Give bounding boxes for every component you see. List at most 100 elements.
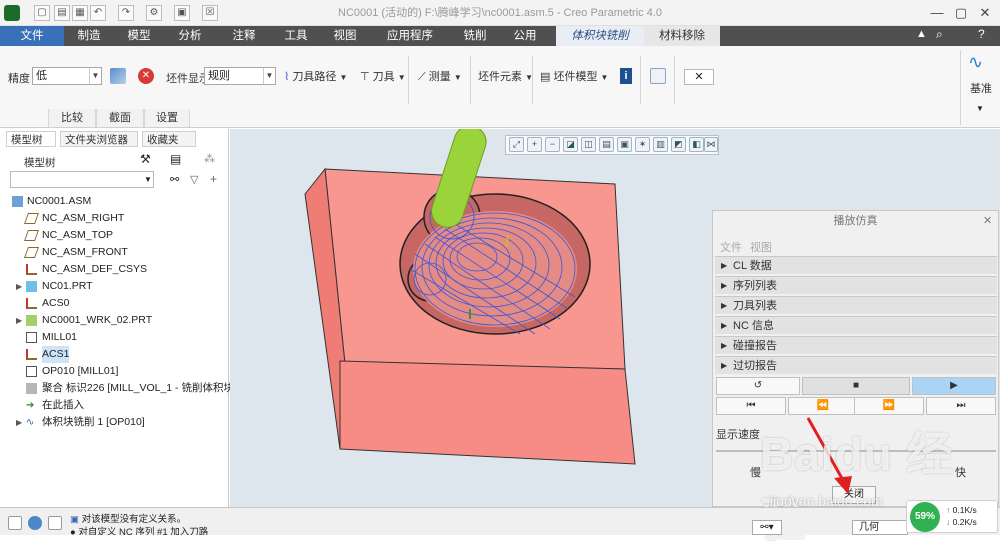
tab-volume-milling[interactable]: 体积块铣削 xyxy=(556,26,644,46)
tree-row[interactable]: ACS1 xyxy=(0,346,228,363)
tree-row[interactable]: ▶ ∿ 体积块铣削 1 [OP010] xyxy=(0,414,228,431)
tree-row[interactable]: OP010 [MILL01] xyxy=(0,363,228,380)
section-gouge-report[interactable]: ▶ 过切报告 xyxy=(715,356,997,374)
go-to-start-button[interactable]: ⏮ xyxy=(716,397,786,415)
tab-manufacturing[interactable]: 制造 xyxy=(64,26,114,46)
chevron-down-icon[interactable]: ▼ xyxy=(144,175,152,184)
group-section[interactable]: 截面 xyxy=(96,109,144,127)
tree-row[interactable]: NC_ASM_FRONT xyxy=(0,244,228,261)
precision-label: 精度 xyxy=(8,73,30,85)
saved-views-icon[interactable]: ▤ xyxy=(599,137,614,152)
tree-row[interactable]: 聚合 标识226 [MILL_VOL_1 - 铣削体积块] xyxy=(0,380,237,397)
annotation-icon[interactable]: ⋈ xyxy=(704,137,718,152)
copy-icon[interactable] xyxy=(650,68,666,84)
filter-icon[interactable]: ▽ xyxy=(190,173,198,186)
expand-icon[interactable]: ▶ xyxy=(16,312,22,329)
tree-search-input[interactable] xyxy=(10,171,154,188)
stock-display-select[interactable]: 规则 ▼ xyxy=(204,67,276,85)
tree-show-icon[interactable]: ▤ xyxy=(170,152,181,166)
datum-wave-icon[interactable]: ∿ xyxy=(968,52,983,73)
tree-row[interactable]: NC_ASM_TOP xyxy=(0,227,228,244)
toolpath-button[interactable]: ⌇ 刀具路径 ▼ xyxy=(284,68,347,84)
tree-settings-icon[interactable]: ⚒ xyxy=(140,152,151,166)
binoculars-icon[interactable]: ⚯ xyxy=(170,173,179,186)
precision-value: 低 xyxy=(36,70,47,82)
rewind-button[interactable]: ↺ xyxy=(716,377,800,395)
close-material-removal-button[interactable]: ✕ xyxy=(684,69,714,85)
section-cl-data[interactable]: ▶ CL 数据 xyxy=(715,256,997,274)
tab-view[interactable]: 视图 xyxy=(320,26,370,46)
find-button[interactable]: ⚯▾ xyxy=(752,520,782,535)
view-orient-icon[interactable]: ◫ xyxy=(581,137,596,152)
tree-row[interactable]: NC_ASM_DEF_CSYS xyxy=(0,261,228,278)
precision-select[interactable]: 低 ▼ xyxy=(32,67,102,85)
tree-row[interactable]: ▶ NC01.PRT xyxy=(0,278,228,295)
zoom-in-icon[interactable]: + xyxy=(527,137,542,152)
section-collision-report[interactable]: ▶ 碰撞报告 xyxy=(715,336,997,354)
tree-row[interactable]: ACS0 xyxy=(0,295,228,312)
tab-common[interactable]: 公用 xyxy=(500,26,550,46)
zoom-out-icon[interactable]: − xyxy=(545,137,560,152)
close-icon[interactable]: ✕ xyxy=(983,214,992,227)
tree-label: ACS1 xyxy=(42,346,70,363)
perspective-icon[interactable]: ◧ xyxy=(689,137,704,152)
tab-folder-browser[interactable]: 文件夹浏览器 xyxy=(60,131,138,147)
search-icon[interactable]: ⌕ xyxy=(936,27,943,42)
info-icon[interactable]: i xyxy=(620,68,632,84)
datum-display-icon[interactable]: ✶ xyxy=(635,137,650,152)
close-button[interactable]: ✕ xyxy=(974,4,996,22)
zoom-fit-icon[interactable]: ⤢ xyxy=(509,137,524,152)
tree-row[interactable]: ▶ NC0001_WRK_02.PRT xyxy=(0,312,228,329)
tree-filter-icon[interactable]: ⁂ xyxy=(204,152,215,165)
tab-analysis[interactable]: 分析 xyxy=(164,26,216,46)
annotation-display-icon[interactable]: ▥ xyxy=(653,137,668,152)
menu-file[interactable]: 文件 xyxy=(720,239,742,255)
minimize-ribbon-icon[interactable]: ▲ xyxy=(916,28,927,40)
go-to-end-button[interactable]: ⏭ xyxy=(926,397,996,415)
tab-tools[interactable]: 工具 xyxy=(272,26,320,46)
tab-model[interactable]: 模型 xyxy=(114,26,164,46)
tab-material-removal[interactable]: 材料移除 xyxy=(644,26,720,46)
add-icon[interactable]: + xyxy=(210,172,217,186)
status-fullscreen-icon[interactable] xyxy=(48,516,62,530)
measure-button[interactable]: ⟋ 测量 ▼ xyxy=(418,68,462,84)
group-compare[interactable]: 比较 xyxy=(48,109,96,127)
tool-button[interactable]: ⊤ 刀具 ▼ xyxy=(360,68,406,84)
step-forward-button[interactable]: ⏩ xyxy=(854,397,924,415)
expand-icon[interactable]: ▶ xyxy=(16,414,22,431)
tab-annotate[interactable]: 注释 xyxy=(216,26,272,46)
tree-label: NC_ASM_FRONT xyxy=(42,246,128,258)
display-style-icon[interactable]: ▣ xyxy=(617,137,632,152)
tab-applications[interactable]: 应用程序 xyxy=(370,26,450,46)
maximize-button[interactable]: ▢ xyxy=(950,4,972,22)
tab-favorites[interactable]: 收藏夹 xyxy=(142,131,196,147)
group-settings[interactable]: 设置 xyxy=(144,109,190,127)
stop-icon[interactable]: ✕ xyxy=(138,68,154,84)
section-sequence-list[interactable]: ▶ 序列列表 xyxy=(715,276,997,294)
csys-icon xyxy=(26,264,37,275)
stock-element-button[interactable]: 坯件元素 ▼ xyxy=(478,68,533,84)
tab-milling[interactable]: 铣削 xyxy=(450,26,500,46)
play-button[interactable]: ▶ xyxy=(912,377,996,395)
stock-model-button[interactable]: ▤ 坯件模型 ▼ xyxy=(540,68,608,84)
spin-center-icon[interactable]: ◩ xyxy=(671,137,686,152)
section-tool-list[interactable]: ▶ 刀具列表 xyxy=(715,296,997,314)
tree-row[interactable]: NC_ASM_RIGHT xyxy=(0,210,228,227)
tab-file[interactable]: 文件 xyxy=(0,26,64,46)
section-nc-info[interactable]: ▶ NC 信息 xyxy=(715,316,997,334)
chevron-down-icon[interactable]: ▼ xyxy=(976,104,984,113)
menu-view[interactable]: 视图 xyxy=(750,239,772,255)
repaint-icon[interactable]: ◪ xyxy=(563,137,578,152)
tab-model-tree[interactable]: 模型树 xyxy=(6,131,56,147)
tree-row[interactable]: ➔ 在此插入 xyxy=(0,397,228,414)
minimize-button[interactable]: — xyxy=(926,4,948,22)
status-browser-icon[interactable] xyxy=(28,516,42,530)
tree-row[interactable]: NC0001.ASM xyxy=(0,193,228,210)
help-icon[interactable]: ? xyxy=(978,27,985,41)
image-icon[interactable] xyxy=(110,68,126,84)
stop-button[interactable]: ■ xyxy=(802,377,910,395)
expand-icon[interactable]: ▶ xyxy=(16,278,22,295)
selection-filter-select[interactable]: 几何 xyxy=(852,520,908,535)
status-tree-icon[interactable] xyxy=(8,516,22,530)
tree-row[interactable]: MILL01 xyxy=(0,329,228,346)
